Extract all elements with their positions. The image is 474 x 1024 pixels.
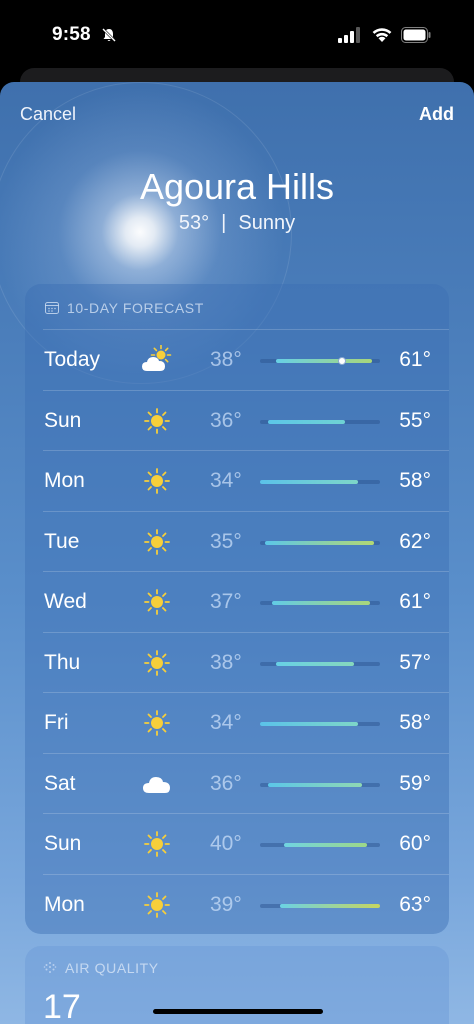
forecast-high: 58° [399,469,431,492]
current-condition: Sunny [238,212,296,234]
ten-day-forecast-card[interactable]: 10-DAY FORECAST Today 38° 61° Sun 36° 55° Mon 3… [25,284,449,934]
forecast-day: Wed [44,590,87,613]
status-bar: 9:58 [0,0,474,70]
temperature-range-fill [280,903,380,908]
temperature-range-bar [260,601,380,605]
temperature-range-bar [260,480,380,484]
temperature-range-fill [268,419,346,424]
forecast-row: Fri 34° 58° [43,692,449,753]
forecast-high: 55° [399,408,431,432]
silent-bell-icon [102,28,116,42]
temperature-range-bar [260,357,380,365]
temperature-range-fill [275,661,354,666]
temperature-range-bar [260,843,380,847]
partly-cloudy-sun-icon [142,345,172,371]
forecast-high: 57° [399,650,431,674]
forecast-high: 61° [399,348,431,371]
home-indicator[interactable] [153,1009,323,1014]
calendar-icon [45,302,59,314]
temperature-range-bar [260,661,380,666]
forecast-high: 60° [399,832,431,855]
air-quality-title: AIR QUALITY [65,960,159,976]
cancel-button[interactable]: Cancel [20,104,76,125]
forecast-day: Sun [44,832,82,855]
forecast-title: 10-DAY FORECAST [67,300,204,316]
temperature-range-bar [260,903,380,908]
forecast-row: Sat 36° 59° [43,752,449,814]
forecast-day: Mon [44,892,85,916]
forecast-row: Thu 38° 57° [43,631,449,693]
add-location-sheet: Cancel Add Agoura Hills 53° | Sunny 10-DAY… [0,82,474,1024]
status-time: 9:58 [52,24,91,45]
temperature-range-fill [284,843,367,847]
forecast-day: Sun [44,408,82,432]
temperature-range-fill [268,782,362,787]
current-summary: 53° | Sunny [0,212,474,235]
sun-icon [144,649,170,676]
forecast-day: Today [44,348,101,371]
location-name: Agoura Hills [139,166,335,207]
forecast-row: Wed 37° 61° [43,571,449,632]
temperature-range-bar [260,540,380,545]
forecast-low: 34° [210,711,242,734]
forecast-header: 10-DAY FORECAST [45,298,204,318]
forecast-row: Sun 40° 60° [43,813,449,874]
forecast-day: Mon [44,469,85,492]
sun-icon [144,589,170,615]
forecast-day: Sat [44,771,76,795]
cloud-icon [143,776,170,793]
cellular-signal-icon [338,27,360,43]
forecast-low: 35° [210,529,242,553]
temperature-range-bar [260,722,380,726]
forecast-low: 34° [210,469,242,492]
temperature-range-fill [260,722,359,726]
forecast-high: 58° [399,711,431,734]
forecast-row: Today 38° 61° [43,329,449,390]
temperature-range-bar [260,782,380,787]
forecast-low: 36° [210,408,242,432]
temperature-range-fill [272,601,371,605]
forecast-row: Mon 34° 58° [43,450,449,511]
temperature-range-fill [260,480,359,484]
forecast-row: Sun 36° 55° [43,389,449,451]
forecast-day: Fri [44,711,69,734]
forecast-row: Tue 35° 62° [43,510,449,572]
current-temperature: 53° [178,212,210,234]
forecast-high: 59° [399,771,431,795]
forecast-row: Mon 39° 63° [43,873,449,935]
forecast-low: 38° [210,650,242,674]
sun-icon [144,710,170,736]
forecast-low: 38° [210,348,242,371]
battery-icon [401,27,431,43]
air-quality-header: AIR QUALITY [43,960,159,976]
air-quality-value: 17 [43,988,81,1024]
wifi-icon [372,28,392,42]
forecast-day: Thu [44,650,81,674]
temperature-range-fill [264,540,374,545]
forecast-high: 61° [399,590,431,613]
sun-icon [144,528,170,555]
sun-icon [144,468,170,494]
temperature-range-bar [260,419,380,424]
sun-icon [144,891,170,918]
air-quality-icon [43,962,57,973]
forecast-day: Tue [44,529,80,553]
sun-icon [144,831,170,857]
add-button[interactable]: Add [419,104,454,125]
temperature-range-fill [275,359,372,363]
sun-icon [144,407,170,434]
summary-separator: | [221,212,227,234]
forecast-low: 37° [210,590,242,613]
current-temperature-marker [337,357,346,365]
forecast-low: 40° [210,832,242,855]
forecast-low: 39° [210,892,242,916]
forecast-high: 63° [399,892,431,916]
forecast-high: 62° [399,529,431,553]
forecast-low: 36° [210,771,242,795]
